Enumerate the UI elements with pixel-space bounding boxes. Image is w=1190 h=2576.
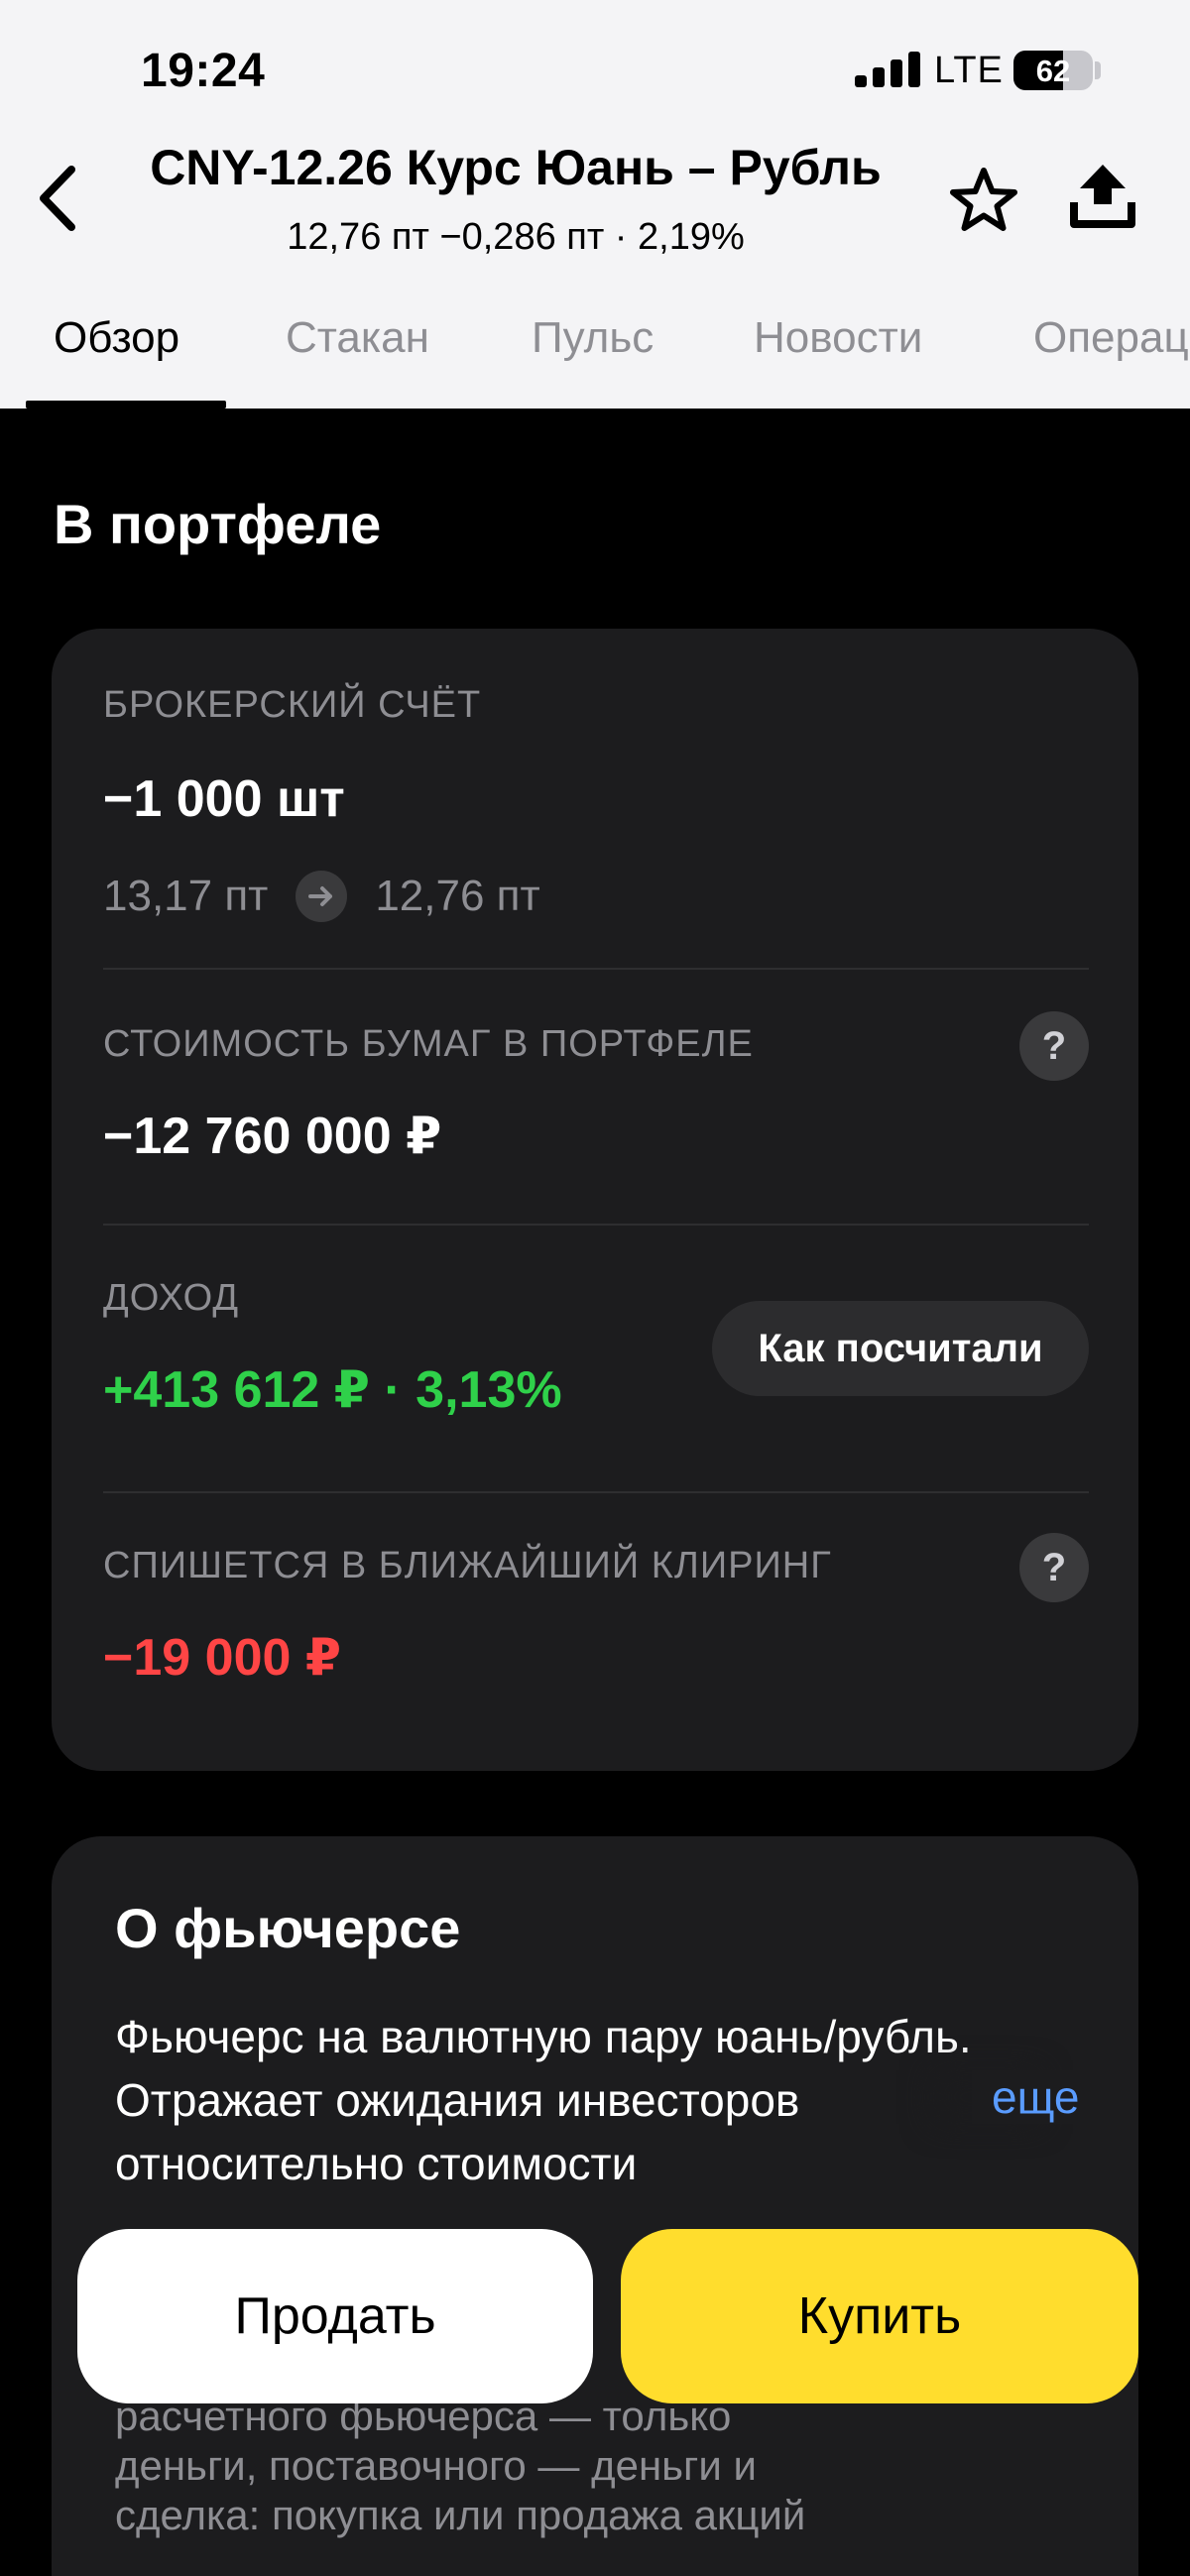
average-price: 13,17 пт [103,872,269,920]
status-time: 19:24 [141,45,266,97]
income-label: ДОХОД [103,1277,240,1319]
about-title: О фьючерсе [115,1897,461,1959]
battery-icon: 62 [1013,51,1093,90]
about-description: Фьючерс на валютную пару юань/рубль. Отр… [115,2011,972,2189]
buy-button[interactable]: Купить [621,2229,1138,2403]
income-value: +413 612 ₽ · 3,13% [103,1361,562,1419]
status-bar: 19:24 LTE 62 [0,0,1190,139]
clearing-help-button[interactable]: ? [1019,1533,1089,1602]
portfolio-card: БРОКЕРСКИЙ СЧЁТ −1 000 шт 13,17 пт 12,76… [52,629,1138,1771]
sell-button[interactable]: Продать [77,2229,593,2403]
position-quantity: −1 000 шт [103,770,345,828]
tab-order-book[interactable]: Стакан [286,313,429,363]
price-summary: 12,76 пт −0,286 пт · 2,19% [287,216,745,258]
price-change-row: 13,17 пт 12,76 пт [103,867,540,926]
clearing-value: −19 000 ₽ [103,1629,342,1687]
tab-news[interactable]: Новости [754,313,922,363]
current-price: 12,76 пт [375,872,540,920]
active-tab-indicator [26,401,226,409]
how-calculated-button[interactable]: Как посчитали [712,1301,1089,1396]
star-icon [950,168,1017,231]
divider [103,1491,1089,1493]
battery-percent: 62 [1035,54,1071,88]
portfolio-section-title: В портфеле [54,493,382,555]
tab-pulse[interactable]: Пульс [532,313,654,363]
signal-icon [855,52,920,87]
tab-operations[interactable]: Операции [1033,313,1190,363]
account-label: БРОКЕРСКИЙ СЧЁТ [103,684,482,726]
question-icon: ? [1041,1545,1067,1589]
divider [103,968,1089,970]
portfolio-value: −12 760 000 ₽ [103,1108,442,1165]
network-type: LTE [934,50,1004,91]
chevron-left-icon [40,166,75,231]
question-icon: ? [1041,1023,1067,1068]
share-icon [1070,165,1135,228]
page-title: CNY-12.26 Курс Юань – Рубль [150,140,882,195]
divider [103,1224,1089,1226]
battery-tip [1095,61,1101,79]
clearing-label: СПИШЕТСЯ В БЛИЖАЙШИЙ КЛИРИНГ [103,1545,832,1586]
about-description-hidden: расчетного фьючерса — только деньги, пос… [115,2393,806,2538]
favorite-button[interactable] [944,161,1023,240]
header: 19:24 LTE 62 CNY-12.26 Курс Юань – Рубль… [0,0,1190,409]
show-more-link[interactable]: еще [972,2070,1080,2124]
portfolio-value-label: СТОИМОСТЬ БУМАГ В ПОРТФЕЛЕ [103,1023,754,1065]
portfolio-value-help-button[interactable]: ? [1019,1011,1089,1081]
tab-bar: Обзор Стакан Пульс Новости Операции [0,297,1190,409]
about-card: О фьючерсе Фьючерс на валютную пару юань… [52,1836,1138,2576]
arrow-right-icon [296,871,348,922]
tab-overview[interactable]: Обзор [54,313,179,363]
share-button[interactable] [1063,157,1142,236]
back-button[interactable] [28,159,87,238]
